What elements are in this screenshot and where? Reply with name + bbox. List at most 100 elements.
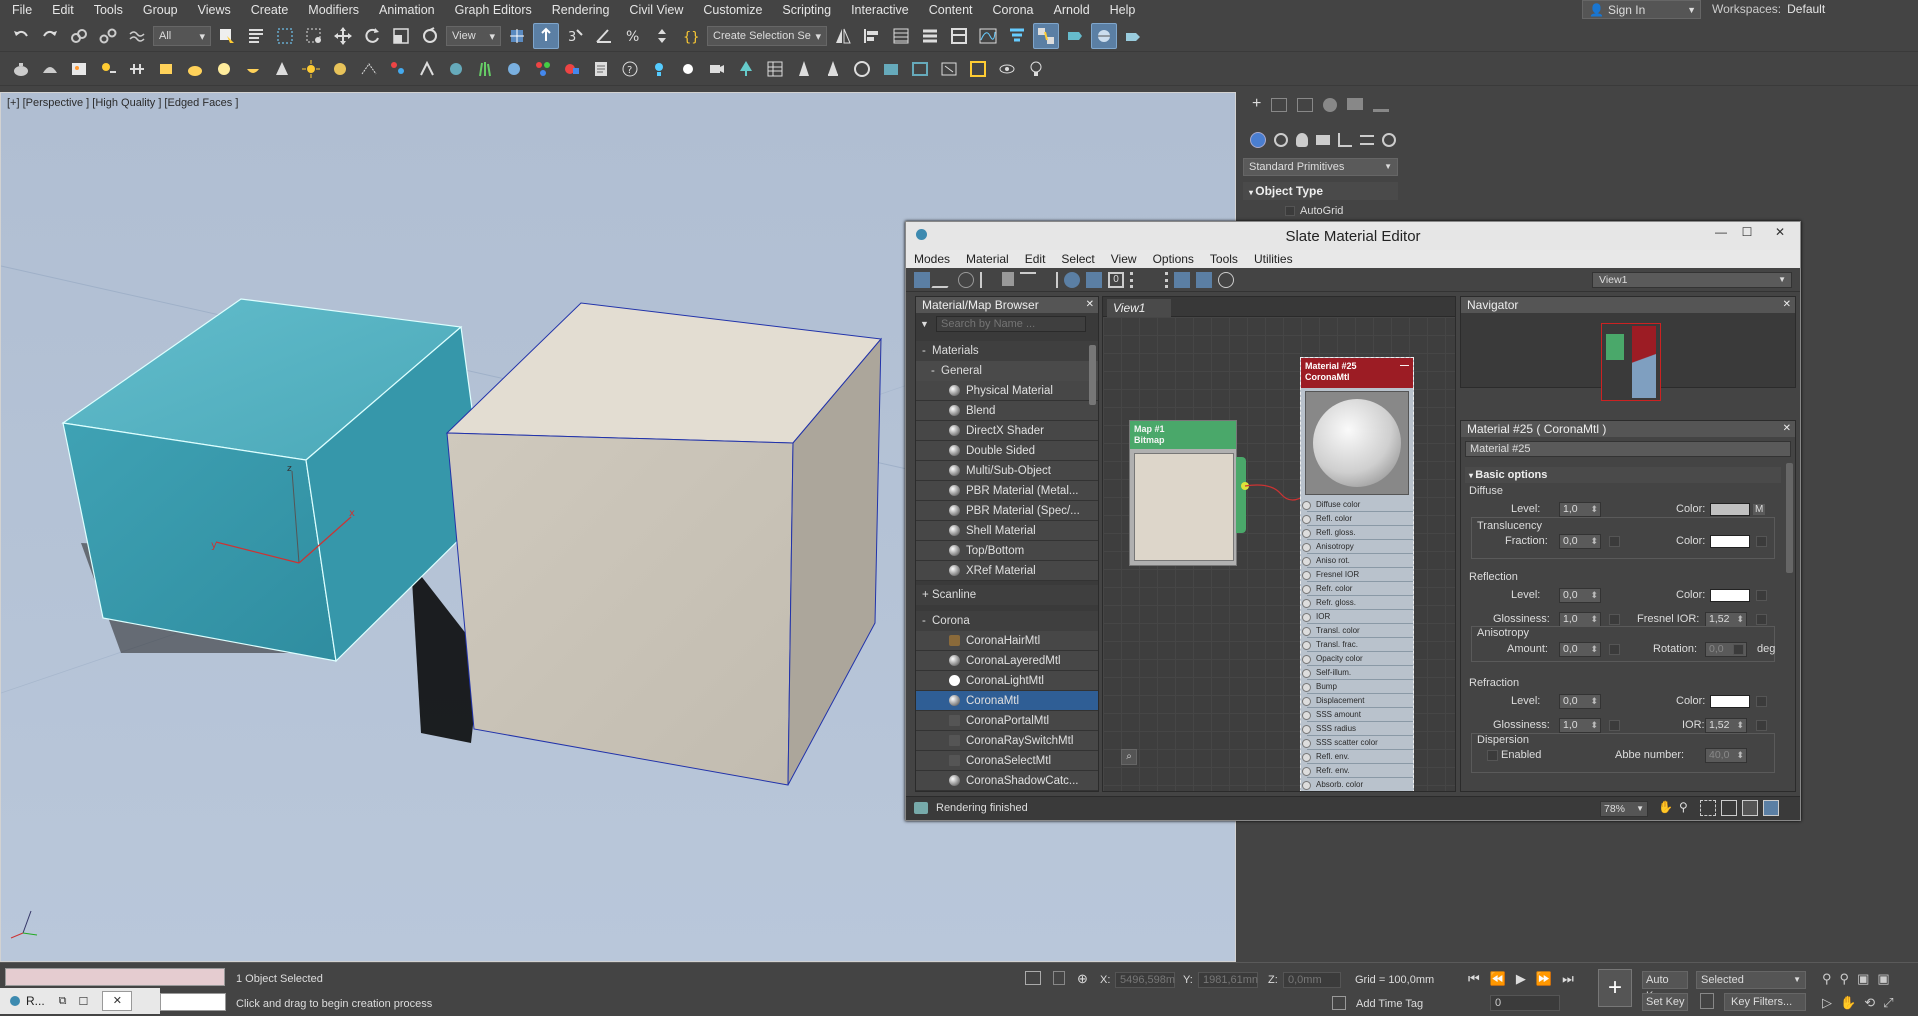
selection-lock-icon[interactable]	[1053, 971, 1065, 985]
viewport-label[interactable]: [+] [Perspective ] [High Quality ] [Edge…	[7, 97, 238, 109]
reflection-map-button[interactable]	[1756, 590, 1767, 601]
menu-civil-view[interactable]: Civil View	[619, 3, 693, 17]
zoom-icon[interactable]: ⚲	[1822, 971, 1832, 987]
diffuse-color-swatch[interactable]	[1710, 503, 1750, 516]
corona-sun-icon[interactable]	[298, 56, 324, 82]
spacewarps-category-icon[interactable]	[1360, 135, 1374, 145]
slate-menu-edit[interactable]: Edit	[1017, 252, 1054, 266]
notes-icon[interactable]	[588, 56, 614, 82]
bitmap-node[interactable]: Map #1 Bitmap	[1129, 420, 1237, 566]
node-view[interactable]: View1 Map #1 Bitmap Material #25 CoronaM…	[1102, 296, 1456, 792]
particle-icon[interactable]	[385, 56, 411, 82]
geometry-category-icon[interactable]	[1250, 132, 1266, 148]
utilities-tab-icon[interactable]	[1373, 98, 1390, 112]
select-manipulate-icon[interactable]	[533, 23, 559, 49]
move-children-icon[interactable]	[1020, 272, 1036, 288]
shapes-category-icon[interactable]	[1274, 133, 1288, 147]
reflection-level-spinner[interactable]: 0,0	[1559, 588, 1601, 603]
material-slot[interactable]: Fresnel IOR	[1302, 568, 1413, 582]
unlink-icon[interactable]	[95, 23, 121, 49]
browser-item[interactable]: Double Sided	[916, 441, 1098, 461]
fraction-spinner[interactable]: 0,0	[1559, 534, 1601, 549]
teapot-icon[interactable]	[240, 56, 266, 82]
key-filter-icon[interactable]	[1700, 993, 1714, 1009]
field-of-view-icon[interactable]: ▷	[1822, 995, 1832, 1011]
orbit-icon[interactable]: ⟲	[1864, 995, 1875, 1011]
materials-section[interactable]: - Materials	[916, 341, 1098, 361]
menu-edit[interactable]: Edit	[42, 3, 84, 17]
hierarchy-tab-icon[interactable]	[1297, 98, 1314, 112]
menu-arnold[interactable]: Arnold	[1044, 3, 1100, 17]
material-slot[interactable]: SSS amount	[1302, 708, 1413, 722]
rectangular-selection-icon[interactable]	[272, 23, 298, 49]
teapot-render-icon[interactable]	[8, 56, 34, 82]
browser-item[interactable]: CoronaRaySwitchMtl	[916, 731, 1098, 751]
dispersion-enabled-checkbox[interactable]	[1487, 750, 1498, 761]
minimize-icon[interactable]: —	[1708, 222, 1734, 242]
maximize-viewport-icon[interactable]: ⤢	[1883, 995, 1893, 1011]
material-slot[interactable]: Displacement	[1302, 694, 1413, 708]
zoom-extents-icon[interactable]	[1721, 800, 1737, 816]
reflection-color-swatch[interactable]	[1710, 589, 1750, 602]
spinner-snap-icon[interactable]	[649, 23, 675, 49]
create-tab-icon[interactable]: +	[1252, 96, 1261, 112]
arnold-volume-icon[interactable]	[791, 56, 817, 82]
maximize-icon[interactable]: ☐	[79, 995, 89, 1008]
display-tab-icon[interactable]	[1347, 98, 1364, 110]
select-object-icon[interactable]	[214, 23, 240, 49]
zoom-region-icon[interactable]	[1700, 800, 1716, 816]
scale-icon[interactable]	[388, 23, 414, 49]
autogrid-check[interactable]	[1285, 206, 1295, 216]
play-icon[interactable]: ▶	[1516, 971, 1526, 987]
material-slot[interactable]: Absorb. color	[1302, 778, 1413, 791]
refraction-map-button[interactable]	[1756, 696, 1767, 707]
diffuse-level-spinner[interactable]: 1,0	[1559, 502, 1601, 517]
slate-menu-modes[interactable]: Modes	[906, 252, 958, 266]
scene-explorer-icon[interactable]	[888, 23, 914, 49]
arnold-ipr-icon[interactable]	[878, 56, 904, 82]
view-dropdown[interactable]: View1 ▼	[1592, 272, 1792, 288]
fresnel-ior-spinner[interactable]: 1,52	[1705, 612, 1747, 627]
material-slot[interactable]: Refl. color	[1302, 512, 1413, 526]
material-slot[interactable]: Refl. gloss.	[1302, 526, 1413, 540]
general-group[interactable]: General	[916, 361, 1098, 381]
material-slot[interactable]: Aniso rot.	[1302, 554, 1413, 568]
ior-spinner[interactable]: 1,52	[1705, 718, 1747, 733]
close-icon[interactable]: ✕	[1086, 297, 1094, 313]
menu-customize[interactable]: Customize	[693, 3, 772, 17]
zoom-icon[interactable]: ⚲	[1679, 800, 1695, 816]
browser-search-input[interactable]	[936, 316, 1086, 332]
translucency-color-swatch[interactable]	[1710, 535, 1750, 548]
help-icon[interactable]: ?	[617, 56, 643, 82]
set-key-icon[interactable]: +	[1598, 969, 1632, 1007]
undo-icon[interactable]	[8, 23, 34, 49]
percent-snap-icon[interactable]: %	[620, 23, 646, 49]
menu-animation[interactable]: Animation	[369, 3, 445, 17]
material-editor-icon[interactable]	[1033, 23, 1059, 49]
material-browser-toggle-icon[interactable]	[1174, 272, 1190, 288]
minimized-window-bar[interactable]: R... ⧉ ☐ ✕	[0, 988, 160, 1014]
material-library-icon[interactable]	[559, 56, 585, 82]
anisotropy-amount-map-button[interactable]	[1609, 644, 1620, 655]
arnold-render-icon[interactable]	[849, 56, 875, 82]
hide-unused-icon[interactable]	[1042, 272, 1058, 288]
browser-item[interactable]: DirectX Shader	[916, 421, 1098, 441]
selection-filter-dropdown[interactable]: All ▾	[153, 26, 211, 46]
arnold-clear-icon[interactable]	[936, 56, 962, 82]
menu-help[interactable]: Help	[1100, 3, 1146, 17]
material-slot[interactable]: Transl. frac.	[1302, 638, 1413, 652]
fresnel-map-button[interactable]	[1756, 614, 1767, 625]
fraction-map-button[interactable]	[1609, 536, 1620, 547]
material-slot[interactable]: IOR	[1302, 610, 1413, 624]
material-slot[interactable]: Bump	[1302, 680, 1413, 694]
material-slot[interactable]: SSS scatter color	[1302, 736, 1413, 750]
autogrid-checkbox[interactable]: AutoGrid	[1285, 205, 1343, 217]
menu-interactive[interactable]: Interactive	[841, 3, 919, 17]
y-coordinate-field[interactable]: 1981,61mn	[1198, 972, 1258, 988]
key-filters-button[interactable]: Key Filters...	[1724, 993, 1806, 1011]
show-end-result-icon[interactable]	[1086, 272, 1102, 288]
time-tag-icon[interactable]	[1332, 996, 1346, 1010]
rotation-map-button[interactable]	[1733, 644, 1744, 655]
material-slot[interactable]: Refr. gloss.	[1302, 596, 1413, 610]
arnold-light-icon[interactable]	[646, 56, 672, 82]
